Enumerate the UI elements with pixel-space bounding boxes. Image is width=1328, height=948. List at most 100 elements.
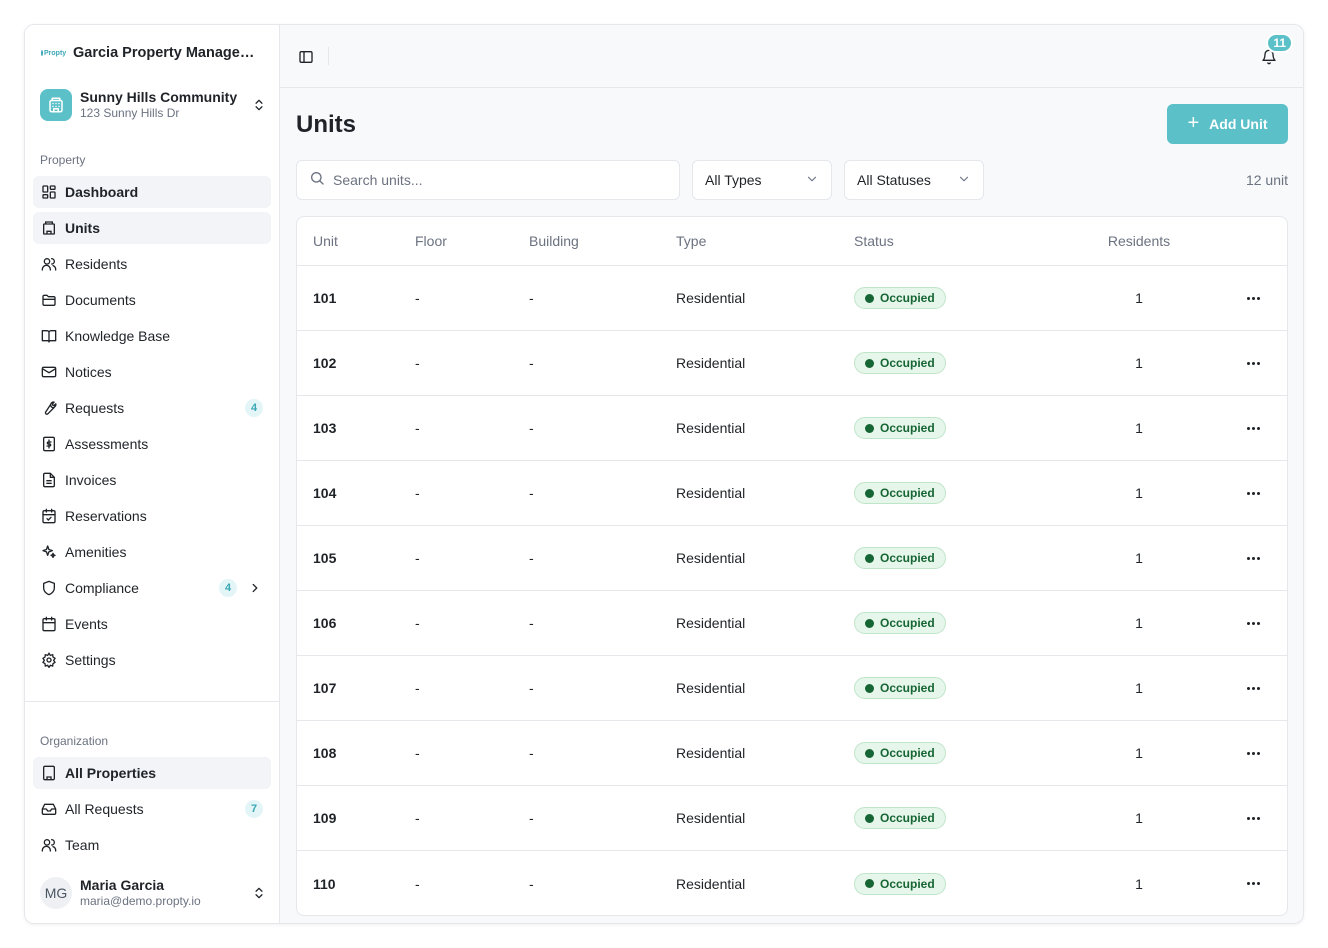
status-filter-select[interactable]: All Statuses	[844, 160, 984, 200]
add-unit-button[interactable]: + Add Unit	[1167, 104, 1288, 144]
status-dot-icon	[865, 813, 874, 823]
book-icon	[41, 328, 57, 344]
column-header-type[interactable]: Type	[676, 233, 854, 249]
sidebar-item-reservations[interactable]: Reservations	[33, 500, 271, 532]
search-input[interactable]	[333, 172, 653, 188]
table-row[interactable]: 103 - - Residential Occupied 1	[297, 396, 1287, 461]
sidebar-item-label: Reservations	[65, 508, 147, 524]
sidebar-item-settings[interactable]: Settings	[33, 644, 271, 676]
user-menu[interactable]: MG Maria Garcia maria@demo.propty.io	[40, 875, 268, 911]
status-badge: Occupied	[854, 482, 946, 504]
shield-icon	[41, 580, 57, 596]
table-row[interactable]: 104 - - Residential Occupied 1	[297, 461, 1287, 526]
sidebar-item-knowledge-base[interactable]: Knowledge Base	[33, 320, 271, 352]
more-actions-icon[interactable]	[1243, 808, 1263, 828]
column-header-unit[interactable]: Unit	[297, 233, 415, 249]
unit-number: 103	[313, 420, 337, 436]
unit-count: 12 unit	[1245, 172, 1288, 188]
type-filter-select[interactable]: All Types	[692, 160, 832, 200]
unit-floor: -	[415, 355, 420, 371]
status-dot-icon	[865, 618, 874, 628]
column-header-building[interactable]: Building	[529, 233, 676, 249]
property-name: Sunny Hills Community	[80, 89, 238, 105]
status-dot-icon	[865, 553, 874, 563]
table-row[interactable]: 106 - - Residential Occupied 1	[297, 591, 1287, 656]
more-actions-icon[interactable]	[1243, 613, 1263, 633]
unit-residents: 1	[1135, 615, 1143, 631]
more-actions-icon[interactable]	[1243, 678, 1263, 698]
sidebar-item-all-requests[interactable]: All Requests 7	[33, 793, 271, 825]
status-badge: Occupied	[854, 742, 946, 764]
sidebar-item-invoices[interactable]: Invoices	[33, 464, 271, 496]
sidebar-item-label: Team	[65, 837, 100, 853]
sidebar-item-assessments[interactable]: Assessments	[33, 428, 271, 460]
more-actions-icon[interactable]	[1243, 874, 1263, 894]
gear-icon	[41, 652, 57, 668]
unit-building: -	[529, 485, 534, 501]
sidebar-item-label: All Requests	[65, 801, 144, 817]
section-label-organization: Organization	[40, 734, 109, 748]
inbox-icon	[41, 801, 57, 817]
brand[interactable]: Propty Garcia Property Management	[41, 43, 271, 63]
sidebar-item-requests[interactable]: Requests 4	[33, 392, 271, 424]
status-badge: Occupied	[854, 677, 946, 699]
sidebar-item-compliance[interactable]: Compliance 4	[33, 572, 271, 604]
page-title: Units	[296, 111, 356, 138]
sidebar-item-dashboard[interactable]: Dashboard	[33, 176, 271, 208]
status-dot-icon	[865, 488, 874, 498]
more-actions-icon[interactable]	[1243, 418, 1263, 438]
chevron-right-icon[interactable]	[247, 580, 263, 596]
organization-name: Garcia Property Management	[73, 45, 265, 61]
more-actions-icon[interactable]	[1243, 548, 1263, 568]
sidebar-item-label: Requests	[65, 400, 125, 416]
table-row[interactable]: 109 - - Residential Occupied 1	[297, 786, 1287, 851]
status-badge: Occupied	[854, 352, 946, 374]
calendar-icon	[41, 616, 57, 632]
folder-icon	[41, 292, 57, 308]
unit-floor: -	[415, 745, 420, 761]
status-badge: Occupied	[854, 612, 946, 634]
unit-type: Residential	[676, 420, 746, 436]
unit-floor: -	[415, 615, 420, 631]
unit-number: 109	[313, 810, 337, 826]
more-actions-icon[interactable]	[1243, 353, 1263, 373]
more-actions-icon[interactable]	[1243, 288, 1263, 308]
column-header-residents[interactable]: Residents	[1085, 233, 1193, 249]
table-row[interactable]: 101 - - Residential Occupied 1	[297, 266, 1287, 331]
table-row[interactable]: 107 - - Residential Occupied 1	[297, 656, 1287, 721]
table-row[interactable]: 108 - - Residential Occupied 1	[297, 721, 1287, 786]
sidebar-item-team[interactable]: Team	[33, 829, 271, 861]
unit-floor: -	[415, 550, 420, 566]
column-header-floor[interactable]: Floor	[415, 233, 529, 249]
team-icon	[41, 837, 57, 853]
search-box[interactable]	[296, 160, 680, 200]
dollar-icon	[41, 436, 57, 452]
unit-number: 105	[313, 550, 337, 566]
sidebar-toggle-icon[interactable]	[296, 47, 316, 67]
table-row[interactable]: 102 - - Residential Occupied 1	[297, 331, 1287, 396]
user-name: Maria Garcia	[80, 877, 165, 893]
more-actions-icon[interactable]	[1243, 483, 1263, 503]
status-badge: Occupied	[854, 417, 946, 439]
chevrons-up-down-icon	[250, 884, 268, 902]
sidebar-item-notices[interactable]: Notices	[33, 356, 271, 388]
sidebar-item-residents[interactable]: Residents	[33, 248, 271, 280]
column-header-status[interactable]: Status	[854, 233, 1085, 249]
sidebar-item-documents[interactable]: Documents	[33, 284, 271, 316]
unit-number: 110	[313, 875, 336, 892]
unit-type: Residential	[676, 875, 746, 892]
section-label-property: Property	[40, 153, 86, 167]
unit-residents: 1	[1135, 420, 1143, 436]
table-row[interactable]: 110 - - Residential Occupied 1	[297, 851, 1287, 915]
status-badge: Occupied	[854, 547, 946, 569]
sidebar-item-units[interactable]: Units	[33, 212, 271, 244]
more-actions-icon[interactable]	[1243, 743, 1263, 763]
table-row[interactable]: 105 - - Residential Occupied 1	[297, 526, 1287, 591]
unit-floor: -	[415, 290, 420, 306]
unit-building: -	[529, 615, 534, 631]
sidebar-item-all-properties[interactable]: All Properties	[33, 757, 271, 789]
unit-floor: -	[415, 680, 420, 696]
property-switcher[interactable]: Sunny Hills Community 123 Sunny Hills Dr	[40, 87, 268, 123]
sidebar-item-amenities[interactable]: Amenities	[33, 536, 271, 568]
sidebar-item-events[interactable]: Events	[33, 608, 271, 640]
